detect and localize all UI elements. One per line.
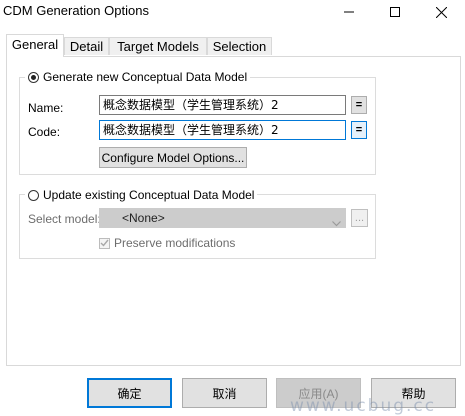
minimize-button[interactable] bbox=[327, 0, 371, 24]
select-model-combo[interactable]: <None> bbox=[99, 208, 346, 228]
ok-button[interactable]: 确定 bbox=[87, 378, 172, 408]
radio-button-unchecked[interactable] bbox=[28, 189, 39, 201]
generate-new-radio[interactable]: Generate new Conceptual Data Model bbox=[25, 70, 251, 84]
name-label: Name: bbox=[28, 101, 64, 115]
select-model-label: Select model: bbox=[28, 212, 101, 226]
checkbox-checked[interactable] bbox=[99, 237, 110, 249]
check-icon bbox=[100, 239, 109, 247]
generate-new-label: Generate new Conceptual Data Model bbox=[43, 70, 248, 84]
title-bar: CDM Generation Options bbox=[0, 0, 465, 24]
name-equal-button[interactable]: = bbox=[351, 96, 367, 114]
close-button[interactable] bbox=[419, 0, 463, 24]
tab-strip: General Detail Target Models Selection bbox=[6, 34, 461, 57]
close-icon bbox=[435, 6, 447, 18]
minimize-icon bbox=[344, 11, 354, 13]
preserve-modifications-checkbox[interactable]: Preserve modifications bbox=[99, 236, 235, 250]
update-existing-radio[interactable]: Update existing Conceptual Data Model bbox=[25, 188, 258, 202]
preserve-modifications-label: Preserve modifications bbox=[114, 236, 236, 250]
select-model-value: <None> bbox=[122, 211, 165, 225]
chevron-down-icon bbox=[332, 214, 341, 232]
code-label: Code: bbox=[28, 125, 61, 139]
tab-detail[interactable]: Detail bbox=[64, 37, 109, 55]
code-equal-button[interactable]: = bbox=[351, 121, 367, 139]
tab-target-models[interactable]: Target Models bbox=[109, 37, 207, 55]
window-title: CDM Generation Options bbox=[3, 3, 149, 18]
tab-general[interactable]: General bbox=[6, 34, 64, 57]
update-existing-label: Update existing Conceptual Data Model bbox=[43, 188, 255, 202]
maximize-icon bbox=[390, 7, 400, 17]
code-input[interactable]: 概念数据模型（学生管理系统）2 bbox=[99, 120, 346, 140]
general-tab-panel: Generate new Conceptual Data Model Name:… bbox=[6, 56, 461, 366]
tab-selection[interactable]: Selection bbox=[207, 37, 272, 55]
maximize-button[interactable] bbox=[373, 0, 417, 24]
radio-button-checked[interactable] bbox=[28, 71, 39, 83]
configure-model-options-button[interactable]: Configure Model Options... bbox=[99, 147, 247, 168]
watermark: www.ucbug.cc bbox=[290, 396, 437, 416]
cancel-button[interactable]: 取消 bbox=[182, 378, 267, 408]
browse-model-button[interactable]: ... bbox=[351, 209, 368, 227]
name-input[interactable]: 概念数据模型（学生管理系统）2 bbox=[99, 95, 346, 115]
